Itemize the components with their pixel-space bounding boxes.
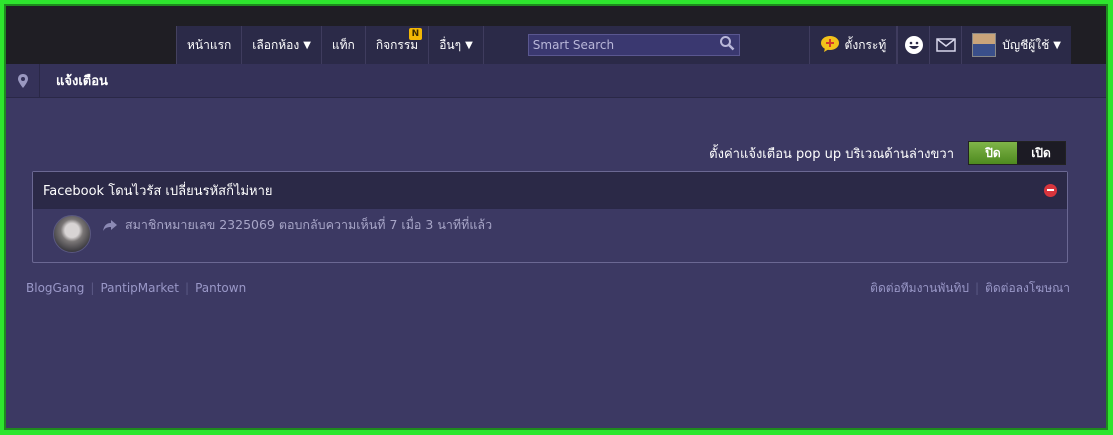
new-badge: N: [408, 28, 423, 40]
avatar[interactable]: [53, 215, 91, 253]
mail-icon[interactable]: [929, 26, 961, 64]
remove-icon[interactable]: [1044, 183, 1057, 197]
footer-separator: |: [185, 281, 190, 295]
footer-right-links: ติดต่อทีมงานพันทิป | ติดต่อลงโฆษณา: [870, 279, 1086, 298]
footer-link-advertise[interactable]: ติดต่อลงโฆษณา: [985, 279, 1070, 298]
main-nav: หน้าแรก เลือกห้อง ▼ แท็ก กิจกรรม N อื่นๆ ▼: [176, 26, 1071, 64]
reply-arrow-icon: [103, 217, 117, 236]
chevron-down-icon: ▼: [465, 39, 473, 51]
nav-more[interactable]: อื่นๆ ▼: [429, 26, 484, 64]
notification-header: Facebook โดนไวรัส เปลี่ยนรหัสก็ไม่หาย: [33, 172, 1067, 209]
popup-toggle: ปิด เปิด: [968, 141, 1066, 165]
chevron-down-icon: ▼: [1053, 39, 1061, 51]
nav-activities[interactable]: กิจกรรม N: [366, 26, 430, 64]
search-icon[interactable]: [719, 35, 735, 55]
nav-home[interactable]: หน้าแรก: [177, 26, 243, 64]
account-label: บัญชีผู้ใช้: [1002, 37, 1050, 52]
toggle-off-button[interactable]: ปิด: [969, 142, 1017, 164]
footer-link-contact-team[interactable]: ติดต่อทีมงานพันทิป: [870, 279, 969, 298]
toggle-on-button[interactable]: เปิด: [1017, 142, 1065, 164]
nav-right-group: ตั้งกระทู้ บัญชีผู้ใช้ ▼: [808, 26, 1071, 64]
search-input[interactable]: [532, 38, 719, 52]
popup-setting-label: ตั้งค่าแจ้งเตือน pop up บริเวณด้านล่างขว…: [709, 146, 954, 162]
nav-rooms-label: เลือกห้อง: [252, 37, 300, 52]
footer-link-pantown[interactable]: Pantown: [195, 281, 246, 295]
footer: BlogGang | PantipMarket | Pantown ติดต่อ…: [6, 278, 1106, 298]
account-menu[interactable]: บัญชีผู้ใช้ ▼: [961, 26, 1071, 64]
nav-more-label: อื่นๆ: [439, 37, 462, 52]
notification-title[interactable]: Facebook โดนไวรัส เปลี่ยนรหัสก็ไม่หาย: [43, 180, 273, 201]
popup-setting: ตั้งค่าแจ้งเตือน pop up บริเวณด้านล่างขว…: [709, 141, 1066, 165]
nav-home-label: หน้าแรก: [187, 37, 232, 52]
page-frame: หน้าแรก เลือกห้อง ▼ แท็ก กิจกรรม N อื่นๆ ▼: [4, 4, 1108, 430]
new-topic-label: ตั้งกระทู้: [844, 37, 887, 52]
nav-tags[interactable]: แท็ก: [322, 26, 366, 64]
notification-text[interactable]: สมาชิกหมายเลข 2325069 ตอบกลับความเห็นที่…: [125, 215, 492, 235]
footer-link-bloggang[interactable]: BlogGang: [26, 281, 84, 295]
footer-separator: |: [90, 281, 95, 295]
emoticon-icon[interactable]: [897, 26, 929, 64]
new-topic-button[interactable]: ตั้งกระทู้: [808, 26, 898, 64]
footer-separator: |: [975, 281, 980, 295]
user-avatar: [972, 33, 997, 57]
page-title: แจ้งเตือน: [56, 74, 108, 89]
top-bar: หน้าแรก เลือกห้อง ▼ แท็ก กิจกรรม N อื่นๆ ▼: [6, 6, 1106, 64]
nav-tags-label: แท็ก: [331, 37, 355, 52]
notification-body: สมาชิกหมายเลข 2325069 ตอบกลับความเห็นที่…: [33, 209, 1067, 262]
new-topic-icon: [820, 35, 840, 56]
notification-card: Facebook โดนไวรัส เปลี่ยนรหัสก็ไม่หาย สม…: [32, 171, 1068, 263]
nav-rooms[interactable]: เลือกห้อง ▼: [242, 26, 322, 64]
subheader: แจ้งเตือน: [6, 63, 1106, 98]
chevron-down-icon: ▼: [303, 39, 311, 51]
location-pin-icon: [6, 63, 40, 98]
footer-link-pantipmarket[interactable]: PantipMarket: [100, 281, 179, 295]
search-box: [527, 34, 740, 56]
